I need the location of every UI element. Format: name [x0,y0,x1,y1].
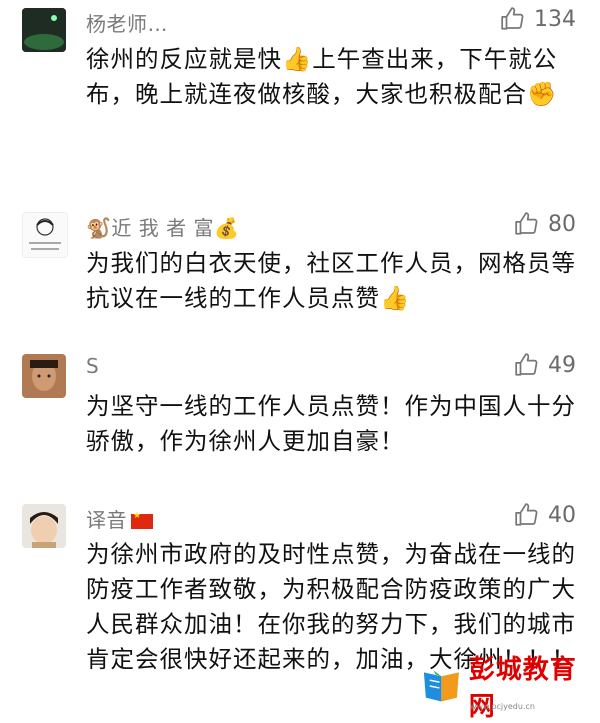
like-count: 49 [548,352,576,378]
comment-text: 为坚守一线的工作人员点赞！作为中国人十分骄傲，作为徐州人更加自豪！ [86,392,576,455]
thumbs-up-icon [515,212,538,235]
book-logo-icon [423,670,459,702]
watermark: 彭城教育网 [420,655,600,722]
thumbs-up-icon [501,7,524,30]
like-button[interactable]: 134 [500,6,576,32]
author-name: 译音 [86,508,127,532]
china-flag-icon [131,511,153,529]
like-button[interactable]: 49 [514,352,576,378]
like-button[interactable]: 80 [514,211,576,237]
avatar[interactable] [22,8,66,52]
comment-author[interactable]: 杨老师… [86,8,168,37]
avatar[interactable] [22,354,66,398]
thumbs-up-icon [515,503,538,526]
avatar[interactable] [22,504,66,548]
like-count: 40 [548,502,576,528]
like-button[interactable]: 40 [514,502,576,528]
comment-text: 为我们的白衣天使，社区工作人员，网格员等抗议在一线的工作人员点赞👍 [86,249,576,312]
comment-author[interactable]: S [86,354,99,378]
comment-text: 徐州的反应就是快👍上午查出来，下午就公布，晚上就连夜做核酸，大家也积极配合✊ [86,45,558,108]
avatar[interactable] [22,212,68,258]
comment-author[interactable]: 🐒近 我 者 富💰 [86,212,239,241]
like-count: 80 [548,211,576,237]
like-count: 134 [534,6,576,32]
watermark-title: 彭城教育网 [468,655,577,722]
comment-author[interactable]: 译音 [86,504,153,533]
thumbs-up-icon [515,353,538,376]
